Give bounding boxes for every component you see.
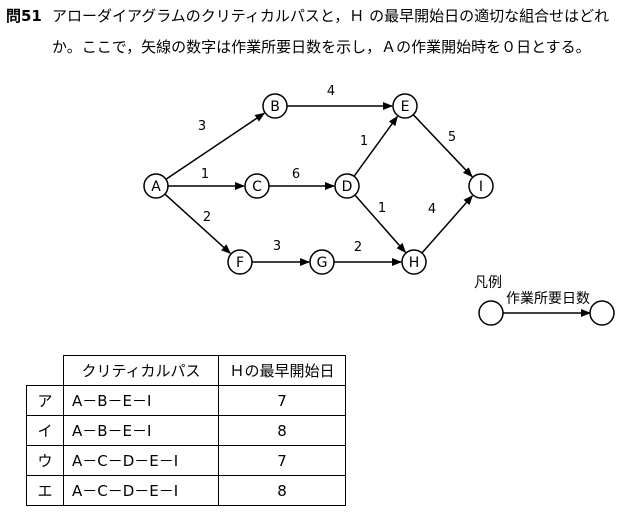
earliest-start-cell: 8 (218, 415, 346, 446)
legend-title: 凡例 (474, 275, 502, 291)
node-label: F (236, 255, 244, 271)
node-f: F (227, 249, 253, 275)
edge-e-i (412, 114, 473, 178)
header-critical-path: クリティカルパス (63, 355, 219, 386)
edge-days-label: 2 (203, 210, 211, 225)
legend: 凡例 作業所要日数 (474, 275, 615, 326)
choice-label: ウ (26, 445, 64, 476)
earliest-start-cell: 8 (218, 475, 346, 506)
node-label: D (342, 179, 353, 195)
node-g: G (309, 249, 335, 275)
choice-label: ア (26, 385, 64, 416)
answer-table: クリティカルパス Ｈの最早開始日 ア A－B－E－I 7 イ A－B－E－I 8… (26, 355, 346, 506)
table-row: エ A－C－D－E－I 8 (26, 475, 346, 506)
critical-path-cell: A－B－E－I (63, 415, 219, 446)
node-d: D (334, 173, 360, 199)
edge-days-label: 3 (273, 239, 281, 254)
edge-a-f (164, 193, 232, 254)
edge-days-label: 1 (360, 134, 368, 149)
node-label: G (317, 255, 328, 271)
earliest-start-cell: 7 (218, 445, 346, 476)
critical-path-cell: A－B－E－I (63, 385, 219, 416)
legend-edge-label: 作業所要日数 (506, 291, 590, 307)
critical-path-cell: A－C－D－E－I (63, 475, 219, 506)
edge-days-label: 1 (201, 167, 209, 182)
arrow-diagram: 3 1 2 4 6 1 1 5 3 2 4 A B C D E F G H I 凡例 作業所要日数 (143, 84, 615, 326)
node-i: I (468, 173, 494, 199)
choice-label: イ (26, 415, 64, 446)
table-row: イ A－B－E－I 8 (26, 415, 346, 446)
node-e: E (392, 93, 418, 119)
node-a: A (143, 173, 169, 199)
node-label: A (151, 179, 161, 195)
earliest-start-cell: 7 (218, 385, 346, 416)
edge-days-label: 4 (428, 202, 436, 217)
edge-days-label: 3 (198, 119, 206, 134)
node-label: I (479, 179, 483, 195)
node-h: H (401, 249, 427, 275)
header-h-earliest-start: Ｈの最早開始日 (218, 355, 346, 386)
table-corner-cell (26, 355, 64, 386)
edge-days-label: 5 (448, 130, 456, 145)
legend-start-node (478, 300, 504, 326)
diagram-edges: 3 1 2 4 6 1 1 5 3 2 4 (164, 84, 474, 266)
edge-days-label: 4 (327, 84, 335, 99)
edge-days-label: 1 (378, 201, 386, 216)
edge-a-b (165, 112, 266, 180)
node-label: C (252, 179, 262, 195)
table-row: ア A－B－E－I 7 (26, 385, 346, 416)
node-label: B (270, 99, 280, 115)
node-b: B (262, 93, 288, 119)
legend-end-node (589, 300, 615, 326)
edge-days-label: 6 (292, 167, 300, 182)
table-header-row: クリティカルパス Ｈの最早開始日 (26, 355, 346, 386)
node-label: H (409, 255, 420, 271)
critical-path-cell: A－C－D－E－I (63, 445, 219, 476)
edge-days-label: 2 (354, 240, 362, 255)
choice-label: エ (26, 475, 64, 506)
node-c: C (244, 173, 270, 199)
table-row: ウ A－C－D－E－I 7 (26, 445, 346, 476)
node-label: E (401, 99, 410, 115)
diagram-nodes: A B C D E F G H I (143, 93, 494, 275)
